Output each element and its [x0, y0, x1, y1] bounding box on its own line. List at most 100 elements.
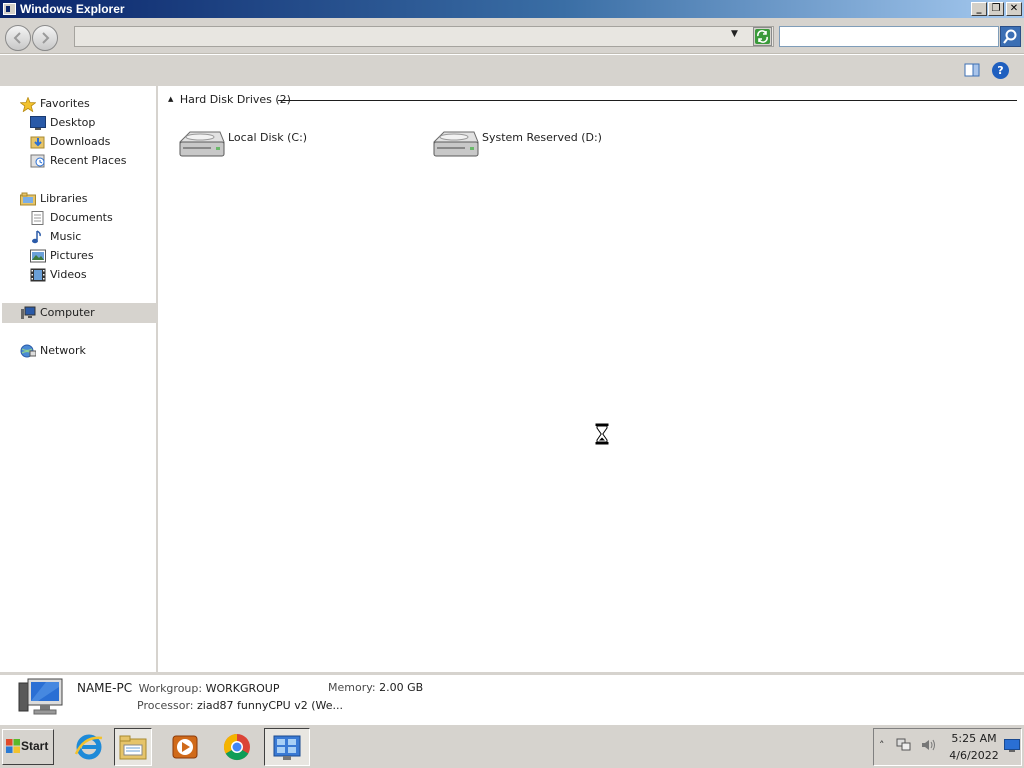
- group-divider: [278, 100, 1017, 101]
- favorites-star-icon: [19, 96, 37, 113]
- group-header-label: Hard Disk Drives (2): [179, 93, 291, 106]
- nav-item-music[interactable]: Music: [30, 228, 140, 246]
- drive-item-d[interactable]: System Reserved (D:): [432, 128, 612, 162]
- network-icon: [20, 344, 37, 358]
- documents-icon: [30, 211, 46, 225]
- nav-computer-label: Computer: [40, 306, 95, 319]
- search-button[interactable]: [1000, 26, 1021, 47]
- nav-item-label: Videos: [50, 268, 87, 281]
- help-button[interactable]: ?: [992, 62, 1009, 79]
- details-pane: [0, 672, 1024, 724]
- title-bar: Windows Explorer _ ❐ ✕: [0, 0, 1024, 18]
- memory-value: 2.00 GB: [379, 681, 424, 694]
- nav-item-label: Downloads: [50, 135, 111, 148]
- nav-item-recent-places[interactable]: Recent Places: [30, 152, 140, 170]
- computer-name: NAME-PC: [77, 681, 133, 695]
- videos-icon: [30, 268, 46, 282]
- nav-item-documents[interactable]: Documents: [30, 209, 140, 227]
- close-button[interactable]: ✕: [1006, 2, 1022, 16]
- drive-label: Local Disk (C:): [228, 131, 308, 144]
- command-bar: [0, 55, 1024, 86]
- nav-item-label: Pictures: [50, 249, 94, 262]
- nav-favorites[interactable]: Favorites: [19, 95, 140, 113]
- drive-item-c[interactable]: Local Disk (C:): [178, 128, 328, 162]
- computer-large-icon: [16, 677, 64, 722]
- nav-libraries[interactable]: Libraries: [20, 190, 140, 208]
- network-tray-icon[interactable]: [896, 738, 912, 755]
- internet-explorer-icon: [74, 732, 104, 765]
- volume-icon[interactable]: [920, 738, 938, 755]
- taskbar-chrome[interactable]: [218, 728, 256, 766]
- explorer-app-icon: [3, 3, 16, 15]
- restore-button[interactable]: ❐: [988, 2, 1004, 16]
- refresh-icon: [755, 29, 770, 44]
- hard-drive-icon: [178, 128, 226, 163]
- help-icon: ?: [997, 64, 1004, 77]
- computer-info-line: NAME-PC Workgroup: WORKGROUP: [77, 681, 280, 695]
- music-icon: [30, 230, 46, 244]
- hard-drive-icon: [432, 128, 480, 163]
- recent-places-icon: [30, 154, 46, 168]
- nav-item-label: Music: [50, 230, 82, 243]
- search-icon: [1003, 29, 1017, 44]
- show-desktop-icon[interactable]: [1004, 739, 1020, 756]
- search-input[interactable]: [779, 26, 999, 47]
- taskbar-control-panel[interactable]: [264, 728, 310, 766]
- preview-pane-button[interactable]: [964, 62, 980, 78]
- nav-item-videos[interactable]: Videos: [30, 266, 140, 284]
- computer-icon: [20, 306, 36, 320]
- preview-pane-icon: [964, 63, 980, 77]
- address-bar[interactable]: [74, 26, 774, 47]
- taskbar-internet-explorer[interactable]: [70, 728, 108, 766]
- refresh-button[interactable]: [753, 27, 772, 46]
- libraries-icon: [20, 192, 36, 206]
- media-player-icon: [170, 732, 200, 765]
- control-panel-icon: [272, 733, 302, 766]
- forward-button[interactable]: [32, 25, 58, 51]
- nav-network-label: Network: [40, 344, 86, 357]
- clock-date[interactable]: 4/6/2022: [948, 749, 1000, 762]
- show-hidden-icons-icon[interactable]: ˄: [879, 739, 885, 752]
- memory-info: Memory: 2.00 GB: [328, 681, 423, 694]
- workgroup-value: WORKGROUP: [205, 682, 280, 695]
- nav-item-pictures[interactable]: Pictures: [30, 247, 140, 265]
- window-title: Windows Explorer: [20, 2, 125, 16]
- workgroup-label: Workgroup:: [138, 682, 203, 695]
- drive-label: System Reserved (D:): [482, 131, 602, 144]
- back-button[interactable]: [5, 25, 31, 51]
- nav-libraries-label: Libraries: [40, 192, 88, 205]
- processor-value: ziad87 funnyCPU v2 (We...: [197, 699, 343, 712]
- nav-favorites-label: Favorites: [40, 97, 90, 110]
- navigation-pane: [0, 86, 158, 672]
- content-area: [160, 86, 1024, 672]
- nav-item-label: Recent Places: [50, 154, 127, 167]
- forward-arrow-icon: [42, 32, 50, 44]
- group-header-hard-disk-drives[interactable]: ▲ Hard Disk Drives (2): [168, 93, 291, 109]
- processor-label: Processor:: [137, 699, 194, 712]
- processor-info: Processor: ziad87 funnyCPU v2 (We...: [137, 699, 343, 712]
- pictures-icon: [30, 249, 46, 263]
- collapse-arrow-icon[interactable]: ▲: [168, 95, 173, 103]
- nav-network[interactable]: Network: [20, 342, 140, 360]
- back-arrow-icon: [13, 32, 21, 44]
- nav-item-downloads[interactable]: Downloads: [30, 133, 140, 151]
- windows-logo-icon: [6, 739, 20, 756]
- downloads-icon: [30, 135, 46, 149]
- taskbar-windows-explorer[interactable]: [114, 728, 152, 766]
- start-button[interactable]: Start: [2, 729, 54, 765]
- taskbar: [0, 724, 1024, 768]
- nav-item-desktop[interactable]: Desktop: [30, 114, 140, 132]
- clock-time[interactable]: 5:25 AM: [948, 732, 1000, 745]
- nav-computer[interactable]: Computer: [20, 304, 150, 322]
- hourglass-icon: [595, 423, 609, 448]
- minimize-button[interactable]: _: [971, 2, 987, 16]
- windows-explorer-icon: [118, 733, 148, 766]
- address-dropdown-icon[interactable]: ▼: [731, 29, 743, 43]
- chrome-icon: [222, 732, 252, 765]
- nav-item-label: Desktop: [50, 116, 96, 129]
- nav-item-label: Documents: [50, 211, 113, 224]
- desktop-icon: [30, 116, 46, 130]
- taskbar-media-player[interactable]: [166, 728, 204, 766]
- start-label: Start: [21, 739, 49, 753]
- memory-label: Memory:: [328, 681, 376, 694]
